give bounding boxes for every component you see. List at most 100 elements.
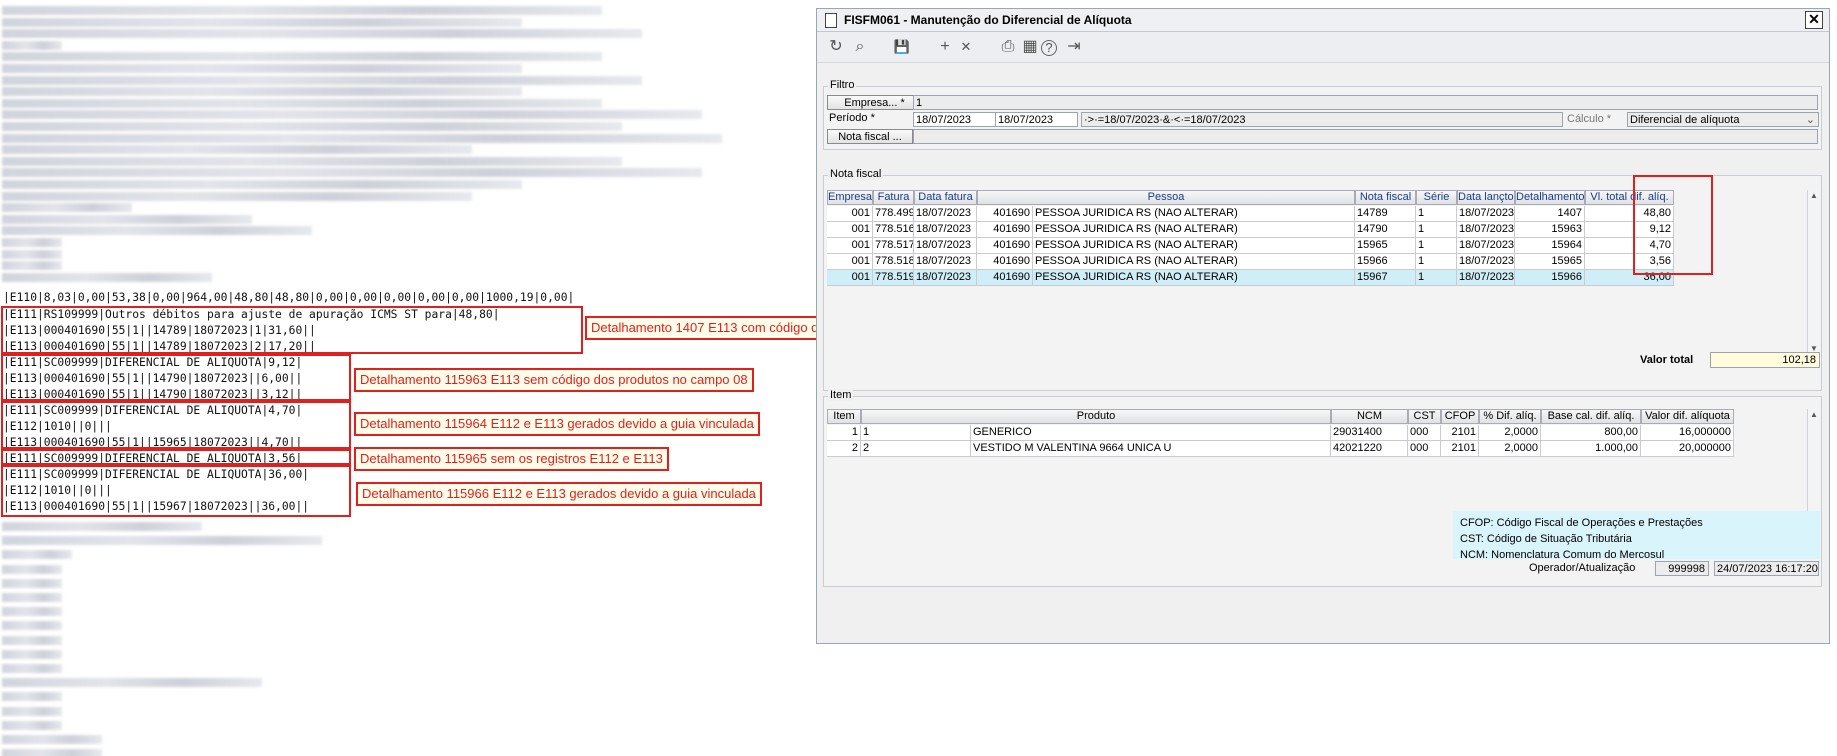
scroll-up-icon[interactable]: ▲ bbox=[1810, 410, 1818, 419]
column-header[interactable]: NCM bbox=[1331, 409, 1408, 424]
table-cell[interactable]: 15965 bbox=[1355, 238, 1416, 254]
table-cell[interactable]: PESSOA JURIDICA RS (NAO ALTERAR) bbox=[1033, 270, 1355, 286]
table-cell[interactable]: PESSOA JURIDICA RS (NAO ALTERAR) bbox=[1033, 238, 1355, 254]
table-cell[interactable]: 1 bbox=[1416, 238, 1457, 254]
table-cell[interactable]: PESSOA JURIDICA RS (NAO ALTERAR) bbox=[1033, 254, 1355, 270]
table-cell[interactable]: 401690 bbox=[977, 238, 1033, 254]
nota-fiscal-input[interactable] bbox=[913, 129, 1818, 144]
nota-fiscal-scrollbar[interactable]: ▲ ▼ bbox=[1807, 190, 1819, 354]
table-cell[interactable]: VESTIDO M VALENTINA 9664 UNICA U bbox=[971, 441, 1331, 457]
table-cell[interactable]: 1 bbox=[827, 425, 861, 441]
table-cell[interactable]: 14790 bbox=[1355, 222, 1416, 238]
scroll-up-icon[interactable]: ▲ bbox=[1810, 191, 1818, 200]
table-cell[interactable]: PESSOA JURIDICA RS (NAO ALTERAR) bbox=[1033, 206, 1355, 222]
table-cell[interactable]: 778.519 bbox=[873, 270, 914, 286]
table-cell[interactable]: 18/07/2023 bbox=[914, 270, 977, 286]
table-cell[interactable]: 15963 bbox=[1515, 222, 1585, 238]
table-cell[interactable]: 2 bbox=[827, 441, 861, 457]
table-cell[interactable]: 2101 bbox=[1441, 425, 1479, 441]
table-cell[interactable]: 2,0000 bbox=[1479, 441, 1541, 457]
column-header[interactable]: Nota fiscal bbox=[1355, 190, 1416, 205]
table-cell[interactable]: 778.516 bbox=[873, 222, 914, 238]
table-cell[interactable]: 29031400 bbox=[1331, 425, 1408, 441]
table-cell[interactable]: 14789 bbox=[1355, 206, 1416, 222]
table-cell[interactable]: 18/07/2023 bbox=[1457, 206, 1515, 222]
table-cell[interactable]: 18/07/2023 bbox=[914, 222, 977, 238]
table-cell[interactable]: 18/07/2023 bbox=[1457, 270, 1515, 286]
table-cell[interactable]: 18/07/2023 bbox=[1457, 222, 1515, 238]
column-header[interactable]: Série bbox=[1416, 190, 1457, 205]
delete-icon[interactable]: ✕ bbox=[955, 36, 977, 58]
table-cell[interactable]: 18/07/2023 bbox=[914, 206, 977, 222]
table-cell[interactable]: 18/07/2023 bbox=[1457, 254, 1515, 270]
column-header[interactable]: Produto bbox=[861, 409, 1331, 424]
table-cell[interactable]: 001 bbox=[827, 238, 873, 254]
table-cell[interactable]: 000 bbox=[1408, 425, 1441, 441]
column-header[interactable]: Empresa bbox=[827, 190, 873, 205]
periodo-ate-input[interactable]: 18/07/2023 bbox=[995, 112, 1078, 127]
table-cell[interactable]: 1 bbox=[1416, 270, 1457, 286]
help-icon[interactable]: ? bbox=[1041, 40, 1057, 56]
column-header[interactable]: Detalhamento bbox=[1515, 190, 1585, 205]
table-cell[interactable]: 800,00 bbox=[1541, 425, 1641, 441]
table-cell[interactable]: 778.518 bbox=[873, 254, 914, 270]
column-header[interactable]: CFOP bbox=[1441, 409, 1479, 424]
table-cell[interactable]: 15966 bbox=[1355, 254, 1416, 270]
table-cell[interactable]: 401690 bbox=[977, 206, 1033, 222]
table-cell[interactable]: 2,0000 bbox=[1479, 425, 1541, 441]
print-icon[interactable]: ⎙ bbox=[997, 36, 1019, 58]
column-header[interactable]: Fatura bbox=[873, 190, 914, 205]
column-header[interactable]: Data fatura bbox=[914, 190, 977, 205]
table-cell[interactable]: 778.517 bbox=[873, 238, 914, 254]
table-cell[interactable]: 1 bbox=[1416, 222, 1457, 238]
table-cell[interactable]: 001 bbox=[827, 222, 873, 238]
table-cell[interactable]: 001 bbox=[827, 254, 873, 270]
add-icon[interactable]: + bbox=[934, 36, 956, 58]
table-cell[interactable]: 001 bbox=[827, 270, 873, 286]
table-cell[interactable]: PESSOA JURIDICA RS (NAO ALTERAR) bbox=[1033, 222, 1355, 238]
title-bar[interactable]: FISFM061 - Manutenção do Diferencial de … bbox=[817, 9, 1829, 32]
table-cell[interactable]: 1.000,00 bbox=[1541, 441, 1641, 457]
table-cell[interactable]: 15966 bbox=[1515, 270, 1585, 286]
calendar-icon[interactable]: ▦ bbox=[1019, 36, 1041, 58]
empresa-button[interactable]: Empresa... * bbox=[827, 95, 922, 110]
table-cell[interactable]: 42021220 bbox=[1331, 441, 1408, 457]
table-cell[interactable]: 18/07/2023 bbox=[1457, 238, 1515, 254]
table-cell[interactable]: 1407 bbox=[1515, 206, 1585, 222]
column-header[interactable]: Item bbox=[827, 409, 861, 424]
table-cell[interactable]: 401690 bbox=[977, 222, 1033, 238]
refresh-icon[interactable]: ↻ bbox=[825, 36, 847, 58]
column-header[interactable]: Data lançto. bbox=[1457, 190, 1515, 205]
empresa-input[interactable]: 1 bbox=[913, 95, 1818, 110]
table-cell[interactable]: 1 bbox=[861, 425, 971, 441]
table-cell[interactable]: 1 bbox=[1416, 254, 1457, 270]
table-cell[interactable]: 000 bbox=[1408, 441, 1441, 457]
exit-icon[interactable]: ⇥ bbox=[1063, 36, 1085, 58]
table-cell[interactable]: 1 bbox=[1416, 206, 1457, 222]
calculo-select[interactable]: Diferencial de alíquota ⌄ bbox=[1627, 112, 1819, 127]
table-cell[interactable]: 2 bbox=[861, 441, 971, 457]
table-cell[interactable]: 18/07/2023 bbox=[914, 254, 977, 270]
column-header[interactable]: Pessoa bbox=[977, 190, 1355, 205]
table-cell[interactable]: 401690 bbox=[977, 270, 1033, 286]
table-cell[interactable]: 001 bbox=[827, 206, 873, 222]
table-cell[interactable]: 778.499 bbox=[873, 206, 914, 222]
column-header[interactable]: Base cal. dif. alíq. bbox=[1541, 409, 1641, 424]
table-cell[interactable]: 15964 bbox=[1515, 238, 1585, 254]
close-button[interactable]: ✕ bbox=[1805, 11, 1823, 29]
nota-fiscal-button[interactable]: Nota fiscal ... bbox=[827, 129, 913, 144]
column-header[interactable]: % Dif. alíq. bbox=[1479, 409, 1541, 424]
table-cell[interactable]: GENERICO bbox=[971, 425, 1331, 441]
column-header[interactable]: CST bbox=[1408, 409, 1441, 424]
table-cell[interactable]: 2101 bbox=[1441, 441, 1479, 457]
save-icon[interactable]: 💾 bbox=[891, 36, 913, 58]
table-cell[interactable]: 401690 bbox=[977, 254, 1033, 270]
table-cell[interactable]: 18/07/2023 bbox=[914, 238, 977, 254]
table-cell[interactable]: 15965 bbox=[1515, 254, 1585, 270]
table-cell[interactable]: 20,000000 bbox=[1641, 441, 1734, 457]
periodo-de-input[interactable]: 18/07/2023 bbox=[913, 112, 996, 127]
column-header[interactable]: Valor dif. alíquota bbox=[1641, 409, 1734, 424]
table-cell[interactable]: 15967 bbox=[1355, 270, 1416, 286]
table-cell[interactable]: 16,000000 bbox=[1641, 425, 1734, 441]
search-icon[interactable]: ⌕ bbox=[849, 36, 871, 58]
